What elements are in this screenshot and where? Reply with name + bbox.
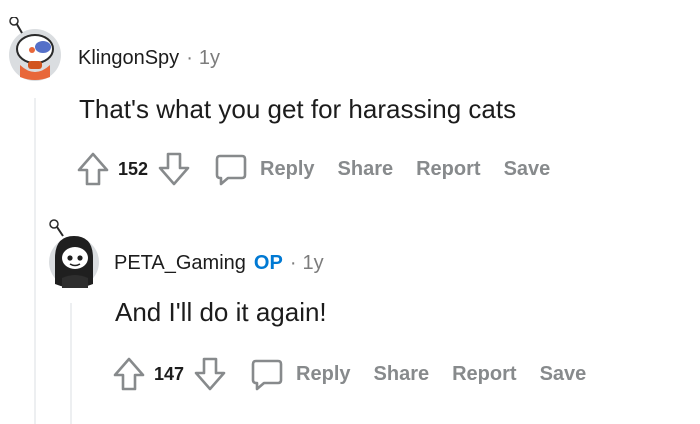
snoo-avatar-icon <box>49 219 99 288</box>
save-button[interactable]: Save <box>504 158 551 181</box>
comment-actions: 147 Reply Share Report Save <box>112 356 609 392</box>
comment-age[interactable]: 1y <box>302 252 323 275</box>
upvote-icon <box>113 357 145 391</box>
report-button[interactable]: Report <box>416 158 480 181</box>
comment-meta: PETA_Gaming OP · 1y <box>114 252 324 275</box>
save-button[interactable]: Save <box>540 363 587 386</box>
reply-bubble-icon <box>215 154 247 186</box>
downvote-button[interactable] <box>157 151 191 187</box>
op-badge: OP <box>253 252 283 274</box>
comment-age[interactable]: 1y <box>199 47 220 70</box>
vote-score: 152 <box>118 158 149 179</box>
thread-line-reply[interactable] <box>70 303 72 424</box>
reply-button[interactable]: Reply <box>214 152 315 186</box>
report-button[interactable]: Report <box>452 363 516 386</box>
comment-body: That's what you get for harassing cats <box>79 94 517 124</box>
share-button[interactable]: Share <box>374 363 430 386</box>
downvote-button[interactable] <box>193 356 227 392</box>
reply-button[interactable]: Reply <box>250 357 351 391</box>
comment-body: And I'll do it again! <box>115 297 327 327</box>
share-button[interactable]: Share <box>338 158 394 181</box>
avatar[interactable] <box>8 17 62 83</box>
reply-bubble-icon <box>251 359 283 391</box>
downvote-icon <box>158 152 190 186</box>
snoo-avatar-icon <box>9 17 61 81</box>
username[interactable]: PETA_Gaming <box>114 252 246 275</box>
reply-label: Reply <box>260 157 315 180</box>
avatar[interactable] <box>45 218 101 288</box>
vote-score: 147 <box>154 363 185 384</box>
meta-separator: · <box>186 47 193 69</box>
downvote-icon <box>194 357 226 391</box>
thread-line-root[interactable] <box>34 98 36 424</box>
comment-actions: 152 Reply Share Report Save <box>76 151 573 187</box>
reply-label: Reply <box>296 362 351 385</box>
upvote-icon <box>77 152 109 186</box>
comment-meta: KlingonSpy · 1y <box>78 47 220 70</box>
username[interactable]: KlingonSpy <box>78 47 179 70</box>
upvote-button[interactable] <box>76 151 110 187</box>
upvote-button[interactable] <box>112 356 146 392</box>
meta-separator: · <box>289 252 297 274</box>
